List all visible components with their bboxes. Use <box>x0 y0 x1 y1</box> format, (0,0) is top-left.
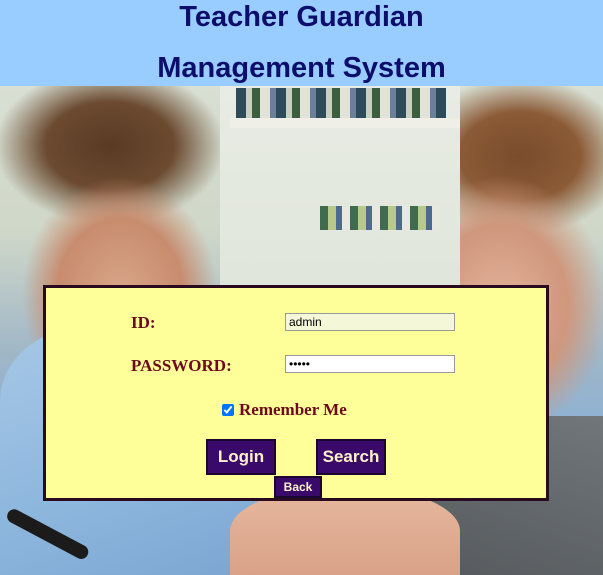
id-label: ID: <box>131 313 156 332</box>
bookshelf-board <box>230 118 460 128</box>
password-label: PASSWORD: <box>131 356 232 375</box>
search-button[interactable]: Search <box>316 439 386 475</box>
login-button[interactable]: Login <box>206 439 276 475</box>
bookshelf-books-lower <box>320 206 440 230</box>
login-form: ID: PASSWORD: Remember Me Login Search B… <box>43 285 549 501</box>
page-header: Teacher Guardian Management System <box>0 0 603 86</box>
remember-me: Remember Me <box>222 400 347 420</box>
title-line-1: Teacher Guardian <box>179 1 424 33</box>
title-line-2: Management System <box>157 52 446 84</box>
id-input[interactable] <box>285 313 455 331</box>
back-button[interactable]: Back <box>274 476 322 498</box>
bookshelf-books <box>236 88 446 118</box>
remember-me-label: Remember Me <box>239 400 347 419</box>
password-input[interactable] <box>285 355 455 373</box>
remember-me-checkbox[interactable] <box>222 404 234 416</box>
